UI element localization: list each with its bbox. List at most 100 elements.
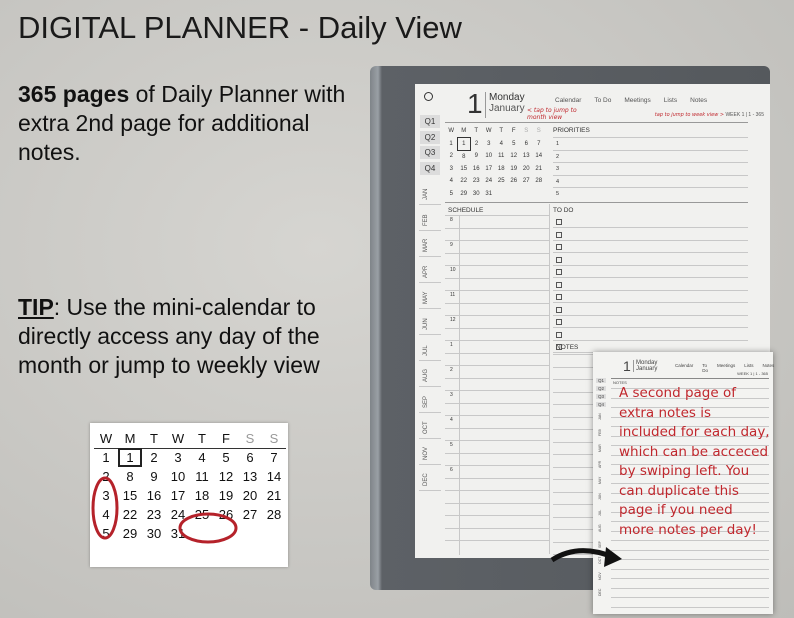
- quarter-q4[interactable]: Q4: [420, 161, 440, 175]
- nav-to-do[interactable]: To Do: [594, 97, 611, 104]
- nav-notes[interactable]: Notes: [690, 97, 707, 104]
- month-tab-jul[interactable]: JUL: [423, 345, 429, 356]
- priority-item[interactable]: 3: [556, 166, 559, 172]
- weekday-header: S: [524, 128, 529, 135]
- todo-checkbox[interactable]: [556, 231, 562, 238]
- todo-checkbox[interactable]: [556, 319, 562, 325]
- weekday-header: M: [461, 128, 467, 134]
- day-cell[interactable]: 25: [495, 175, 508, 188]
- weekday: Monday: [489, 92, 525, 103]
- nav-item[interactable]: Meetings: [717, 363, 735, 373]
- todo-checkbox[interactable]: [556, 244, 562, 250]
- day-cell[interactable]: 6: [520, 138, 533, 151]
- day-cell[interactable]: 3: [483, 138, 496, 151]
- weekday-header: S: [536, 128, 541, 135]
- day-cell[interactable]: 20: [520, 163, 533, 176]
- todo-label: TO DO: [553, 207, 574, 214]
- hour-label: 4: [450, 417, 453, 423]
- day-cell[interactable]: 29: [458, 188, 471, 201]
- quarter-q3[interactable]: Q3: [420, 146, 440, 159]
- month-tab-oct[interactable]: OCT: [423, 421, 429, 434]
- month-tab-apr[interactable]: APR: [423, 266, 429, 278]
- todo-checkbox[interactable]: [556, 256, 562, 263]
- hour-label: 3: [450, 392, 453, 398]
- day-cell[interactable]: 11: [495, 150, 508, 163]
- priority-item[interactable]: 2: [556, 154, 559, 160]
- tap-circles-icon: [91, 476, 238, 544]
- day-cell: [520, 188, 533, 201]
- month-tab-jun[interactable]: JUN: [423, 318, 429, 330]
- weekday-header: W: [448, 128, 455, 135]
- priority-item[interactable]: 4: [556, 179, 559, 185]
- day-cell[interactable]: 18: [495, 163, 508, 176]
- priority-item[interactable]: 1: [556, 141, 559, 147]
- day-cell[interactable]: 9: [470, 150, 483, 163]
- day-cell: [495, 188, 508, 201]
- quarter-q1[interactable]: Q1: [420, 115, 440, 128]
- todo-checkbox[interactable]: [556, 294, 562, 300]
- week-number[interactable]: 2: [445, 150, 458, 163]
- week-number[interactable]: 4: [445, 175, 458, 188]
- day-cell[interactable]: 22: [458, 175, 471, 188]
- day-cell[interactable]: 1: [457, 137, 471, 151]
- day-cell[interactable]: 2: [470, 138, 483, 151]
- day-cell[interactable]: 30: [470, 188, 483, 201]
- todo-checkbox[interactable]: [556, 344, 562, 350]
- hour-label: 11: [450, 292, 456, 298]
- month-tab-mar[interactable]: MAR: [423, 239, 429, 252]
- top-nav: Calendar To Do Meetings Lists Notes: [555, 97, 707, 104]
- second-page-annotation: A second page of extra notes is included…: [619, 385, 770, 538]
- month-tab-sep[interactable]: SEP: [423, 396, 429, 408]
- month-link[interactable]: January: [489, 103, 525, 114]
- week-link[interactable]: WEEK 1 | 1 - 365: [725, 112, 764, 118]
- schedule-label: SCHEDULE: [448, 207, 484, 214]
- day-cell[interactable]: 5: [508, 138, 521, 151]
- weekday-header: T: [499, 128, 504, 135]
- day-cell[interactable]: 19: [508, 163, 521, 176]
- todo-checkbox[interactable]: [556, 219, 562, 225]
- nav-calendar[interactable]: Calendar: [555, 97, 581, 104]
- month-tab-nov[interactable]: NOV: [423, 447, 429, 460]
- nav-meetings[interactable]: Meetings: [624, 97, 650, 104]
- week-number[interactable]: 5: [445, 188, 458, 201]
- todo-checkbox[interactable]: [556, 306, 562, 313]
- day-cell[interactable]: 26: [508, 175, 521, 188]
- day-cell[interactable]: 14: [533, 150, 546, 163]
- day-cell: [533, 188, 546, 201]
- clock-icon[interactable]: [424, 92, 433, 101]
- day-cell[interactable]: 27: [520, 175, 533, 188]
- week-number[interactable]: 3: [445, 163, 458, 176]
- day-cell[interactable]: 31: [483, 188, 496, 201]
- priority-item[interactable]: 5: [556, 191, 559, 197]
- month-tab-feb[interactable]: FEB: [423, 214, 429, 226]
- day-cell[interactable]: 16: [470, 163, 483, 176]
- nav-item[interactable]: Calendar: [675, 363, 693, 373]
- todo-checkbox[interactable]: [556, 269, 562, 275]
- day-cell[interactable]: 12: [508, 150, 521, 163]
- day-cell[interactable]: 24: [483, 175, 496, 188]
- day-cell[interactable]: 28: [533, 175, 546, 188]
- day-cell[interactable]: 10: [483, 150, 496, 163]
- day-cell[interactable]: 4: [495, 138, 508, 151]
- todo-checkbox[interactable]: [556, 331, 562, 338]
- day-cell[interactable]: 8: [458, 150, 471, 163]
- day-cell[interactable]: 17: [483, 163, 496, 176]
- month-tab-dec[interactable]: DEC: [423, 473, 429, 486]
- todo-checkbox[interactable]: [556, 281, 562, 288]
- month-tab-aug[interactable]: AUG: [423, 369, 429, 382]
- week-number[interactable]: 1: [445, 138, 458, 151]
- day-cell[interactable]: 13: [520, 150, 533, 163]
- day-cell[interactable]: 15: [458, 163, 471, 176]
- day-cell[interactable]: 21: [533, 163, 546, 176]
- day-cell[interactable]: 7: [533, 138, 546, 151]
- quarter-q2[interactable]: Q2: [420, 130, 440, 144]
- month-tab-jan[interactable]: JAN: [423, 189, 429, 200]
- tip-text: TIP: Use the mini-calendar to directly a…: [18, 294, 320, 378]
- nav-lists[interactable]: Lists: [664, 97, 677, 104]
- weekday-header: F: [511, 128, 516, 135]
- page-title: DIGITAL PLANNER - Daily View: [18, 10, 462, 45]
- intro-text: 365 pages of Daily Planner with extra 2n…: [18, 81, 346, 165]
- month-tab-may[interactable]: MAY: [423, 291, 429, 304]
- day-cell[interactable]: 23: [470, 175, 483, 188]
- nav-item[interactable]: To Do: [702, 363, 708, 373]
